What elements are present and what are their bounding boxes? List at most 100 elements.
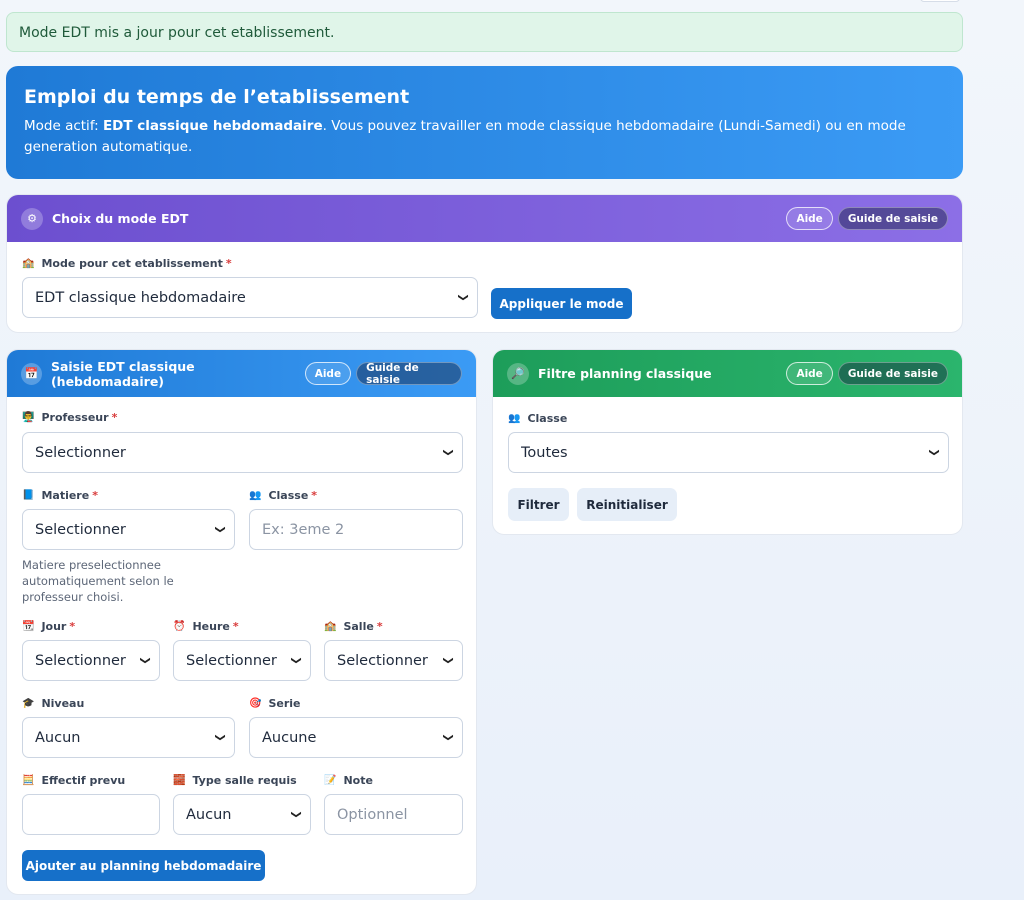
gear-icon: ⚙ bbox=[21, 207, 43, 230]
effectif-input[interactable] bbox=[22, 794, 160, 835]
type-salle-select[interactable]: Aucun ❯ bbox=[173, 794, 311, 835]
niveau-select[interactable]: Aucun ❯ bbox=[22, 717, 235, 758]
users-icon: 👥 bbox=[508, 413, 521, 424]
niveau-label: 🎓 Niveau bbox=[22, 697, 84, 710]
filter-card-header: 🔎 Filtre planning classique Aide Guide d… bbox=[493, 350, 962, 397]
mode-card: ⚙ Choix du mode EDT Aide Guide de saisie… bbox=[6, 194, 963, 333]
jour-select-value: Selectionner bbox=[35, 652, 126, 669]
apply-mode-button[interactable]: Appliquer le mode bbox=[491, 288, 632, 319]
required-mark: * bbox=[311, 489, 318, 502]
chevron-down-icon: ❯ bbox=[928, 448, 940, 457]
school-icon: 🏫 bbox=[324, 621, 337, 632]
calendar-icon: 📆 bbox=[22, 621, 35, 632]
add-to-planning-button[interactable]: Ajouter au planning hebdomadaire bbox=[22, 850, 265, 881]
classe-input[interactable]: Ex: 3eme 2 bbox=[249, 509, 463, 550]
filter-card: 🔎 Filtre planning classique Aide Guide d… bbox=[492, 349, 963, 535]
filter-classe-label-text: Classe bbox=[527, 412, 568, 425]
mode-label-text: Mode pour cet etablissement bbox=[41, 257, 223, 270]
serie-label-text: Serie bbox=[268, 697, 301, 710]
note-label-text: Note bbox=[343, 774, 373, 787]
niveau-select-value: Aucun bbox=[35, 729, 81, 746]
mode-select[interactable]: EDT classique hebdomadaire ❯ bbox=[22, 277, 478, 318]
filter-button[interactable]: Filtrer bbox=[508, 488, 569, 521]
niveau-label-text: Niveau bbox=[41, 697, 85, 710]
matiere-label: 📘 Matiere * bbox=[22, 489, 98, 502]
professeur-label: 👨‍🏫 Professeur * bbox=[22, 411, 117, 424]
filter-classe-select[interactable]: Toutes ❯ bbox=[508, 432, 949, 473]
filter-classe-value: Toutes bbox=[521, 444, 568, 461]
success-alert: Mode EDT mis a jour pour cet etablisseme… bbox=[6, 12, 963, 52]
reset-button[interactable]: Reinitialiser bbox=[577, 488, 677, 521]
mode-card-title: Choix du mode EDT bbox=[52, 211, 189, 226]
heure-label: ⏰ Heure * bbox=[173, 620, 239, 633]
active-mode-name: EDT classique hebdomadaire bbox=[102, 118, 323, 134]
guide-button[interactable]: Guide de saisie bbox=[837, 207, 948, 230]
heure-label-text: Heure bbox=[192, 620, 230, 633]
help-button[interactable]: Aide bbox=[786, 207, 833, 230]
chevron-down-icon: ❯ bbox=[214, 733, 226, 742]
classe-label: 👥 Classe * bbox=[249, 489, 317, 502]
required-mark: * bbox=[225, 257, 232, 270]
professeur-select[interactable]: Selectionner ❯ bbox=[22, 432, 463, 473]
required-mark: * bbox=[232, 620, 239, 633]
mode-field-label: 🏫 Mode pour cet etablissement * bbox=[22, 257, 232, 270]
memo-icon: 📝 bbox=[324, 775, 337, 786]
required-mark: * bbox=[376, 620, 383, 633]
note-label: 📝 Note bbox=[324, 774, 373, 787]
graduation-cap-icon: 🎓 bbox=[22, 698, 35, 709]
brick-icon: 🧱 bbox=[173, 775, 186, 786]
school-icon: 🏫 bbox=[22, 258, 35, 269]
hero-description: Mode actif: EDT classique hebdomadaire. … bbox=[24, 116, 945, 158]
effectif-label: 🧮 Effectif prevu bbox=[22, 774, 125, 787]
chevron-down-icon: ❯ bbox=[290, 656, 302, 665]
chevron-down-icon: ❯ bbox=[290, 810, 302, 819]
page-title: Emploi du temps de l’etablissement bbox=[24, 86, 410, 108]
classe-label-text: Classe bbox=[268, 489, 309, 502]
entry-card-header: 📅 Saisie EDT classique (hebdomadaire) Ai… bbox=[7, 350, 476, 397]
matiere-label-text: Matiere bbox=[41, 489, 90, 502]
hero-desc-prefix: Mode actif: bbox=[24, 118, 103, 134]
salle-select[interactable]: Selectionner ❯ bbox=[324, 640, 463, 681]
type-salle-select-value: Aucun bbox=[186, 806, 232, 823]
chevron-down-icon: ❯ bbox=[442, 448, 454, 457]
required-mark: * bbox=[69, 620, 76, 633]
calendar-icon: 📅 bbox=[21, 362, 42, 385]
hero-banner: Emploi du temps de l’etablissement Mode … bbox=[6, 66, 963, 179]
chevron-down-icon: ❯ bbox=[457, 293, 469, 302]
abacus-icon: 🧮 bbox=[22, 775, 35, 786]
guide-button[interactable]: Guide de saisie bbox=[356, 362, 462, 386]
type-salle-label-text: Type salle requis bbox=[192, 774, 297, 787]
chevron-down-icon: ❯ bbox=[442, 656, 454, 665]
chevron-down-icon: ❯ bbox=[442, 733, 454, 742]
filter-classe-label: 👥 Classe bbox=[508, 412, 567, 425]
help-button[interactable]: Aide bbox=[786, 362, 833, 385]
serie-select-value: Aucune bbox=[262, 729, 317, 746]
note-input[interactable]: Optionnel bbox=[324, 794, 463, 835]
required-mark: * bbox=[92, 489, 98, 502]
effectif-label-text: Effectif prevu bbox=[41, 774, 126, 787]
serie-select[interactable]: Aucune ❯ bbox=[249, 717, 463, 758]
jour-label: 📆 Jour * bbox=[22, 620, 75, 633]
jour-select[interactable]: Selectionner ❯ bbox=[22, 640, 160, 681]
target-icon: 🎯 bbox=[249, 698, 262, 709]
matiere-select[interactable]: Selectionner ❯ bbox=[22, 509, 235, 550]
heure-select-value: Selectionner bbox=[186, 652, 277, 669]
salle-label: 🏫 Salle * bbox=[324, 620, 383, 633]
help-button[interactable]: Aide bbox=[304, 362, 352, 385]
serie-label: 🎯 Serie bbox=[249, 697, 301, 710]
salle-label-text: Salle bbox=[343, 620, 374, 633]
salle-select-value: Selectionner bbox=[337, 652, 428, 669]
chevron-down-icon: ❯ bbox=[139, 656, 151, 665]
guide-button[interactable]: Guide de saisie bbox=[837, 362, 948, 385]
professeur-select-value: Selectionner bbox=[35, 444, 126, 461]
matiere-select-value: Selectionner bbox=[35, 521, 126, 538]
heure-select[interactable]: Selectionner ❯ bbox=[173, 640, 311, 681]
type-salle-label: 🧱 Type salle requis bbox=[173, 774, 297, 787]
chevron-down-icon: ❯ bbox=[214, 525, 226, 534]
jour-label-text: Jour bbox=[41, 620, 67, 633]
note-placeholder: Optionnel bbox=[337, 806, 408, 823]
entry-card: 📅 Saisie EDT classique (hebdomadaire) Ai… bbox=[6, 349, 477, 895]
teacher-icon: 👨‍🏫 bbox=[22, 412, 35, 423]
users-icon: 👥 bbox=[249, 490, 262, 501]
top-corner-control bbox=[920, 0, 960, 2]
